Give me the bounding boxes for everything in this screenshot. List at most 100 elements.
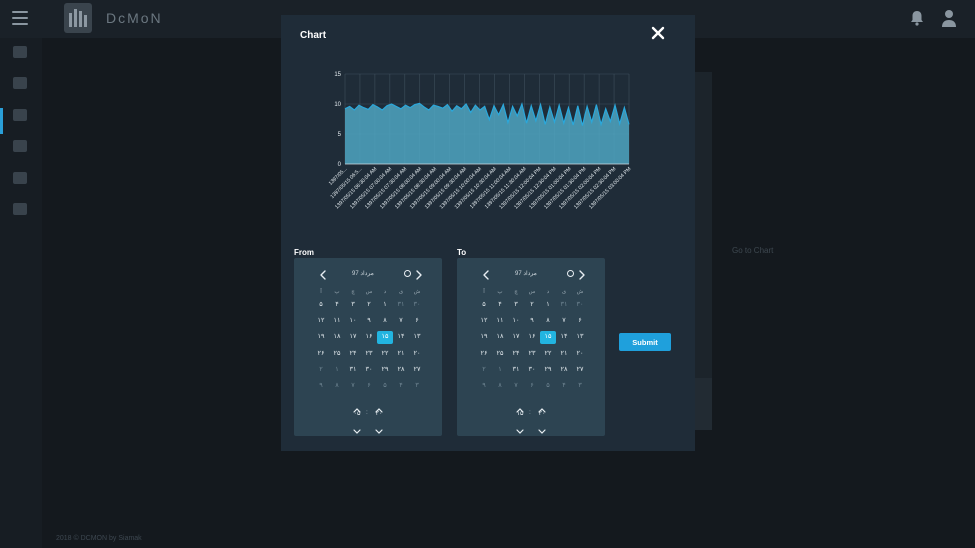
go-to-chart-link[interactable]: Go to Chart <box>732 246 773 255</box>
day-cell[interactable]: ۱۸ <box>329 331 345 343</box>
day-cell[interactable]: ۱ <box>492 364 508 376</box>
day-cell[interactable]: ۲۰ <box>572 348 588 360</box>
selected-day-cell[interactable]: ۱۵ <box>377 330 393 344</box>
day-cell[interactable]: ۴ <box>393 380 409 392</box>
minute-down-chevron-down-icon[interactable] <box>538 422 546 434</box>
chevron-left-icon[interactable] <box>319 268 327 280</box>
day-cell[interactable]: ۲۴ <box>508 348 524 360</box>
day-cell[interactable]: ۱ <box>540 299 556 311</box>
day-cell[interactable]: ۵ <box>540 380 556 392</box>
close-icon[interactable] <box>650 25 666 41</box>
day-cell[interactable]: ۱۶ <box>524 331 540 343</box>
day-cell[interactable]: ۱۲ <box>313 315 329 327</box>
day-cell[interactable]: ۳ <box>345 299 361 311</box>
day-cell[interactable]: ۲۳ <box>524 348 540 360</box>
day-cell[interactable]: ۴ <box>329 299 345 311</box>
hour-down-chevron-down-icon[interactable] <box>353 422 361 434</box>
day-cell[interactable]: ۲۶ <box>476 348 492 360</box>
day-cell[interactable]: ۳۱ <box>508 364 524 376</box>
day-cell[interactable]: ۱۴ <box>393 331 409 343</box>
day-cell[interactable]: ۲۹ <box>377 364 393 376</box>
chevron-right-icon[interactable] <box>578 268 586 280</box>
day-cell[interactable]: ۹ <box>476 380 492 392</box>
sidebar-item-alerts[interactable] <box>13 172 27 184</box>
day-cell[interactable]: ۱۰ <box>508 315 524 327</box>
sidebar-item-dashboard[interactable] <box>13 46 27 58</box>
day-cell[interactable]: ۱۳ <box>572 331 588 343</box>
day-cell[interactable]: ۲۸ <box>556 364 572 376</box>
day-cell[interactable]: ۸ <box>492 380 508 392</box>
hour-up-chevron-up-icon[interactable] <box>516 400 524 413</box>
day-cell[interactable]: ۸ <box>540 315 556 327</box>
day-cell[interactable]: ۲۶ <box>313 348 329 360</box>
day-cell[interactable]: ۱۹ <box>313 331 329 343</box>
minute-up-chevron-up-icon[interactable] <box>538 400 546 413</box>
day-cell[interactable]: ۹ <box>313 380 329 392</box>
sidebar-item-list[interactable] <box>13 140 27 152</box>
day-cell[interactable]: ۴ <box>492 299 508 311</box>
day-cell[interactable]: ۲ <box>476 364 492 376</box>
sidebar-item-reports[interactable] <box>13 203 27 215</box>
day-cell[interactable]: ۹ <box>524 315 540 327</box>
hour-down-chevron-down-icon[interactable] <box>516 422 524 434</box>
day-cell[interactable]: ۶ <box>361 380 377 392</box>
day-cell[interactable]: ۲۹ <box>540 364 556 376</box>
day-cell[interactable]: ۱۷ <box>508 331 524 343</box>
day-cell[interactable]: ۱۲ <box>476 315 492 327</box>
day-cell[interactable]: ۴ <box>556 380 572 392</box>
today-circle-icon[interactable] <box>404 270 411 277</box>
selected-day-cell[interactable]: ۱۵ <box>540 330 556 344</box>
day-cell[interactable]: ۷ <box>393 315 409 327</box>
day-cell[interactable]: ۸ <box>377 315 393 327</box>
day-cell[interactable]: ۱ <box>377 299 393 311</box>
day-cell[interactable]: ۱ <box>329 364 345 376</box>
sidebar-item-charts[interactable] <box>13 77 27 89</box>
day-cell[interactable]: ۲۱ <box>393 348 409 360</box>
day-cell[interactable]: ۲۲ <box>377 348 393 360</box>
day-cell[interactable]: ۱۳ <box>409 331 425 343</box>
day-cell[interactable]: ۳ <box>508 299 524 311</box>
day-cell[interactable]: ۶ <box>572 315 588 327</box>
day-cell[interactable]: ۱۰ <box>345 315 361 327</box>
chevron-left-icon[interactable] <box>482 268 490 280</box>
day-cell[interactable]: ۳۰ <box>409 299 425 311</box>
day-cell[interactable]: ۵ <box>476 299 492 311</box>
minute-up-chevron-up-icon[interactable] <box>375 400 383 413</box>
day-cell[interactable]: ۲۴ <box>345 348 361 360</box>
submit-button[interactable]: Submit <box>619 333 671 351</box>
day-cell[interactable]: ۳۰ <box>361 364 377 376</box>
day-cell[interactable]: ۹ <box>361 315 377 327</box>
day-cell[interactable]: ۷ <box>345 380 361 392</box>
day-cell[interactable]: ۳۰ <box>524 364 540 376</box>
day-cell[interactable]: ۱۴ <box>556 331 572 343</box>
day-cell[interactable]: ۲ <box>313 364 329 376</box>
day-cell[interactable]: ۵ <box>313 299 329 311</box>
minute-down-chevron-down-icon[interactable] <box>375 422 383 434</box>
bell-icon[interactable] <box>910 10 924 26</box>
day-cell[interactable]: ۲۷ <box>409 364 425 376</box>
chevron-right-icon[interactable] <box>415 268 423 280</box>
day-cell[interactable]: ۲ <box>524 299 540 311</box>
day-cell[interactable]: ۷ <box>508 380 524 392</box>
day-cell[interactable]: ۲۷ <box>572 364 588 376</box>
day-cell[interactable]: ۲۰ <box>409 348 425 360</box>
day-cell[interactable]: ۱۹ <box>476 331 492 343</box>
day-cell[interactable]: ۲۲ <box>540 348 556 360</box>
user-icon[interactable] <box>942 9 956 27</box>
day-cell[interactable]: ۱۷ <box>345 331 361 343</box>
day-cell[interactable]: ۶ <box>409 315 425 327</box>
day-cell[interactable]: ۳۰ <box>572 299 588 311</box>
day-cell[interactable]: ۵ <box>377 380 393 392</box>
day-cell[interactable]: ۳۱ <box>345 364 361 376</box>
day-cell[interactable]: ۶ <box>524 380 540 392</box>
day-cell[interactable]: ۱۱ <box>492 315 508 327</box>
day-cell[interactable]: ۱۱ <box>329 315 345 327</box>
hour-up-chevron-up-icon[interactable] <box>353 400 361 413</box>
day-cell[interactable]: ۲۱ <box>556 348 572 360</box>
day-cell[interactable]: ۳ <box>409 380 425 392</box>
day-cell[interactable]: ۲۵ <box>329 348 345 360</box>
menu-icon[interactable] <box>12 11 28 25</box>
day-cell[interactable]: ۸ <box>329 380 345 392</box>
day-cell[interactable]: ۲ <box>361 299 377 311</box>
day-cell[interactable]: ۷ <box>556 315 572 327</box>
